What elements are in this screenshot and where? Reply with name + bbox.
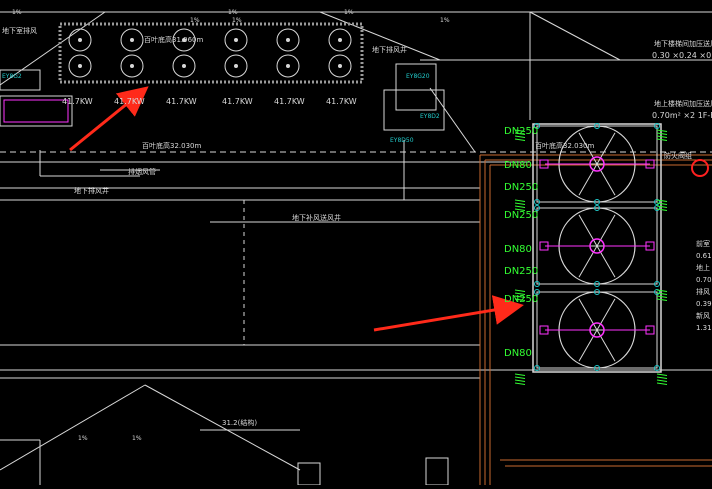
louver-height-label: 百叶底高32.030m (142, 141, 201, 150)
top-fan-unit (276, 54, 300, 78)
stair-pressure-2-label: 地上楼梯间加压送风 (654, 99, 712, 108)
stair-pressure-2-value: 0.70m² ×2 1F-F (652, 111, 712, 120)
cooling-tower-fan (534, 205, 660, 287)
top-fan-unit (120, 28, 144, 52)
cad-svg: 百叶底高31.960m 百叶底高32.030m 百叶底高32.030m 排烟风管… (0, 9, 712, 486)
right-edge-label: 0.61 (696, 252, 712, 260)
spring-support (514, 199, 526, 211)
stair-pressure-1-value: 0.30 ×0.24 ×0 (652, 51, 711, 60)
cooling-tower-fan (534, 123, 660, 205)
top-fan-unit (68, 28, 92, 52)
right-fan-array (532, 123, 662, 373)
pipe-size-label: DN80 (504, 160, 532, 171)
roof-elevation-label: 31.2(结构) (222, 418, 257, 427)
exhaust-note-label: 排烟风管 (128, 167, 156, 176)
cad-drawing-canvas: 百叶底高31.960m 百叶底高32.030m 百叶底高32.030m 排烟风管… (0, 0, 712, 486)
pipe-size-label: DN250 (504, 266, 538, 277)
box-label-4: EY8D2 (420, 113, 440, 120)
louver-valve-label: 防火阀组 (664, 151, 692, 160)
power-label: 41.7KW (326, 97, 357, 106)
stair-pressure-1-label: 地下楼梯间加压送风 (654, 39, 712, 48)
right-edge-label: 0.70 (696, 276, 712, 284)
top-fan-unit (328, 28, 352, 52)
power-label: 41.7KW (166, 97, 197, 106)
top-fan-unit (68, 54, 92, 78)
power-label: 41.7KW (222, 97, 253, 106)
pipe-size-label: DN80 (504, 244, 532, 255)
pipe-size-label: DN250 (504, 210, 538, 221)
top-fan-unit (120, 54, 144, 78)
text-layer: 百叶底高31.960m 百叶底高32.030m 百叶底高32.030m 排烟风管… (2, 9, 712, 442)
slope-label: 1% (228, 9, 238, 16)
box-label-1: EY8G2 (2, 73, 22, 80)
right-edge-label: 0.39 (696, 300, 712, 308)
right-edge-label: 排风 (696, 287, 710, 296)
top-fan-unit (328, 54, 352, 78)
pipe-size-label: DN250 (504, 126, 538, 137)
supply-duct-label: 地下补风送风井 (292, 213, 341, 222)
basement-duct-1-label: 地下排风井 (372, 45, 407, 54)
power-label: 41.7KW (274, 97, 305, 106)
red-arrows (69, 86, 524, 332)
slope-label: 1% (344, 9, 354, 16)
fan-top-height-label: 百叶底高31.960m (144, 35, 203, 44)
pipe-size-label: DN250 (504, 182, 538, 193)
right-edge-label: 前室 (696, 239, 710, 248)
spring-support (656, 129, 668, 141)
spring-support (514, 373, 526, 385)
slope-label: 1% (190, 17, 200, 24)
top-fan-array (58, 22, 364, 84)
top-fan-unit (276, 28, 300, 52)
fan-right-height-label: 百叶底高32.030m (535, 141, 594, 150)
right-edge-label: 地上 (696, 263, 710, 272)
top-fan-unit (172, 54, 196, 78)
basement-duct-3-label: 地下室排风 (2, 26, 37, 35)
slope-label: 1% (132, 435, 142, 442)
right-edge-label: 1.31 (696, 324, 712, 332)
box-label-2: EY8G20 (406, 73, 430, 80)
box-label-3: EY8D50 (390, 137, 414, 144)
red-pipe-end (691, 159, 709, 177)
right-edge-label: 新风 (696, 311, 710, 320)
pipe-size-label: DN80 (504, 348, 532, 359)
top-fan-unit (224, 54, 248, 78)
spring-support (656, 373, 668, 385)
power-label: 41.7KW (114, 97, 145, 106)
slope-label: 1% (78, 435, 88, 442)
slope-label: 1% (232, 17, 242, 24)
cooling-tower-fan (534, 289, 660, 371)
slope-label: 1% (440, 17, 450, 24)
power-label: 41.7KW (62, 97, 93, 106)
spring-support (656, 289, 668, 301)
slope-label: 1% (12, 9, 22, 16)
spring-support (656, 199, 668, 211)
top-fan-unit (224, 28, 248, 52)
basement-duct-2-label: 地下排风井 (74, 186, 109, 195)
